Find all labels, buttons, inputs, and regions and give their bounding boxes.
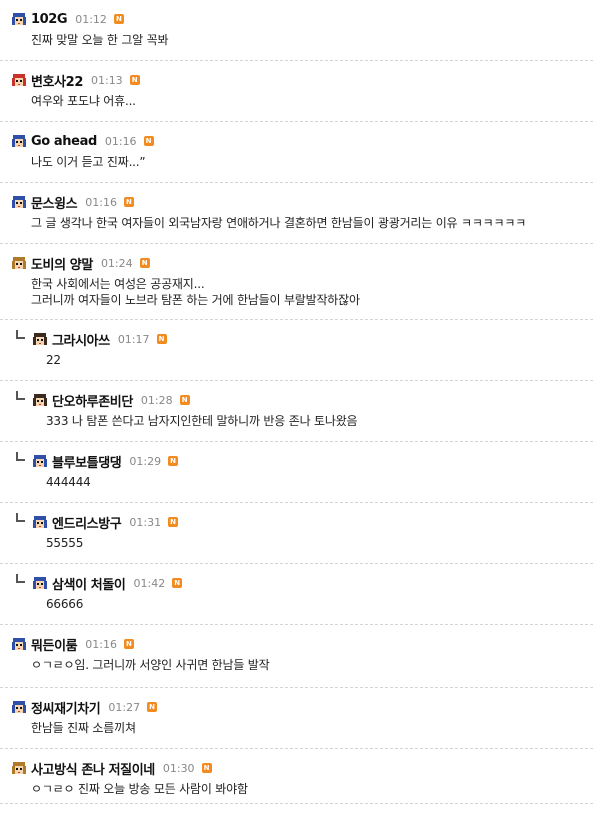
comment-meta: 엔드리스방구 01:31 N — [32, 513, 179, 532]
comment-item: 뭐든이룸 01:16 N ㅇㄱㄹㅇ임. 그러니까 서양인 사귀면 한남들 발작 — [0, 625, 593, 688]
comment-item: 문스윙스 01:16 N 그 글 생각나 한국 여자들이 외국남자랑 연애하거나 결혼… — [0, 183, 593, 244]
comment-time: 01:16 — [104, 134, 137, 148]
new-badge-icon: N — [168, 456, 179, 466]
author-nickname[interactable]: 사고방식 존나 저질이네 — [31, 759, 155, 778]
reply-arrow-icon — [16, 330, 25, 339]
author-nickname[interactable]: 102G — [31, 12, 68, 27]
comment-list: 102G 01:12 N 진짜 맞말 오늘 한 그알 꼭봐변호사22 01:13 N 여우와… — [0, 0, 593, 804]
comment-time: 01:24 — [100, 256, 133, 270]
comment-body: 한국 사회에서는 여성은 공공재지... 그러니까 여자들이 노브라 탐폰 하는… — [31, 277, 360, 307]
avatar-icon — [33, 577, 47, 589]
comment-body: ㅇㄱㄹㅇ임. 그러니까 서양인 사귀면 한남들 발작 — [31, 658, 270, 672]
comment-time: 01:27 — [108, 700, 141, 714]
comment-time: 01:28 — [140, 393, 173, 407]
new-badge-icon: N — [123, 639, 134, 649]
author-nickname[interactable]: 삼색이 처돌이 — [52, 574, 126, 593]
comment-time: 01:16 — [85, 637, 117, 651]
new-badge-icon: N — [147, 702, 158, 712]
new-badge-icon: N — [139, 258, 150, 268]
comment-meta: 사고방식 존나 저질이네 01:30 N — [11, 759, 212, 778]
comment-body: ㅇㄱㄹㅇ 진짜 오늘 방송 모든 사람이 봐야함 — [31, 782, 248, 796]
new-badge-icon: N — [168, 517, 179, 527]
reply-arrow-icon — [16, 574, 25, 583]
comment-item: 102G 01:12 N 진짜 맞말 오늘 한 그알 꼭봐 — [0, 0, 593, 61]
author-nickname[interactable]: 변호사22 — [31, 71, 83, 90]
author-nickname[interactable]: 엔드리스방구 — [52, 513, 122, 532]
comment-time: 01:13 — [90, 73, 123, 87]
comment-meta: 삼색이 처돌이 01:42 N — [32, 574, 183, 593]
new-badge-icon: N — [172, 578, 183, 588]
author-nickname[interactable]: 뭐든이룸 — [31, 635, 78, 654]
author-nickname[interactable]: 블루보틀댕댕 — [52, 452, 122, 471]
comment-time: 01:17 — [117, 332, 150, 346]
new-badge-icon: N — [143, 136, 154, 146]
avatar-icon — [12, 74, 26, 86]
comment-body: 66666 — [46, 597, 84, 611]
comment-item: 정씨재기차기 01:27 N 한남들 진짜 소름끼쳐 — [0, 688, 593, 749]
author-nickname[interactable]: 단오하루존비단 — [52, 391, 133, 410]
avatar-icon — [12, 13, 26, 25]
comment-meta: 정씨재기차기 01:27 N — [11, 698, 158, 717]
new-badge-icon: N — [179, 395, 190, 405]
avatar-icon — [12, 135, 26, 147]
comment-item: 도비의 양말 01:24 N 한국 사회에서는 여성은 공공재지... 그러니까 여자… — [0, 244, 593, 320]
comment-body: 55555 — [46, 536, 84, 550]
comment-time: 01:12 — [75, 12, 107, 26]
author-nickname[interactable]: 그라시아쓰 — [52, 330, 110, 349]
comment-meta: 블루보틀댕댕 01:29 N — [32, 452, 179, 471]
new-badge-icon: N — [201, 763, 212, 773]
avatar-icon — [12, 196, 26, 208]
avatar-icon — [12, 701, 26, 713]
comment-item: Go ahead 01:16 N 나도 이거 듣고 진짜...” — [0, 122, 593, 183]
comment-meta: Go ahead 01:16 N — [11, 132, 154, 150]
reply-arrow-icon — [16, 513, 25, 522]
comment-meta: 변호사22 01:13 N — [11, 71, 140, 90]
reply-comment: 엔드리스방구 01:31 N 55555 — [0, 503, 593, 564]
reply-comment: 단오하루존비단 01:28 N 333 나 탐폰 쓴다고 남자지인한테 말하니까 반응… — [0, 381, 593, 442]
comment-meta: 102G 01:12 N — [11, 10, 124, 28]
comment-time: 01:29 — [129, 454, 162, 468]
comment-body: 진짜 맞말 오늘 한 그알 꼭봐 — [31, 33, 169, 47]
avatar-icon — [33, 455, 47, 467]
comment-item: 변호사22 01:13 N 여우와 포도냐 어휴... — [0, 61, 593, 122]
comment-item: 사고방식 존나 저질이네 01:30 N ㅇㄱㄹㅇ 진짜 오늘 방송 모든 사람이 봐… — [0, 749, 593, 804]
avatar-icon — [12, 638, 26, 650]
comment-time: 01:42 — [133, 576, 166, 590]
new-badge-icon: N — [156, 334, 167, 344]
reply-comment: 그라시아쓰 01:17 N 22 — [0, 320, 593, 381]
reply-arrow-icon — [16, 391, 25, 400]
comment-body: 444444 — [46, 475, 91, 489]
avatar-icon — [33, 333, 47, 345]
avatar-icon — [33, 516, 47, 528]
reply-arrow-icon — [16, 452, 25, 461]
avatar-icon — [12, 762, 26, 774]
comment-meta: 도비의 양말 01:24 N — [11, 254, 150, 273]
comment-meta: 뭐든이룸 01:16 N — [11, 635, 134, 654]
author-nickname[interactable]: Go ahead — [31, 134, 97, 149]
author-nickname[interactable]: 정씨재기차기 — [31, 698, 101, 717]
comment-body: 여우와 포도냐 어휴... — [31, 94, 136, 108]
comment-time: 01:31 — [129, 515, 162, 529]
comment-meta: 문스윙스 01:16 N — [11, 193, 134, 212]
comment-meta: 단오하루존비단 01:28 N — [32, 391, 190, 410]
reply-comment: 블루보틀댕댕 01:29 N 444444 — [0, 442, 593, 503]
author-nickname[interactable]: 문스윙스 — [31, 193, 78, 212]
comment-body: 그 글 생각나 한국 여자들이 외국남자랑 연애하거나 결혼하면 한남들이 광광… — [31, 216, 527, 230]
avatar-icon — [12, 257, 26, 269]
comment-body: 한남들 진짜 소름끼쳐 — [31, 721, 136, 735]
new-badge-icon: N — [123, 197, 134, 207]
comment-time: 01:16 — [85, 195, 117, 209]
new-badge-icon: N — [113, 14, 124, 24]
author-nickname[interactable]: 도비의 양말 — [31, 254, 93, 273]
avatar-icon — [33, 394, 47, 406]
comment-meta: 그라시아쓰 01:17 N — [32, 330, 167, 349]
comment-body: 22 — [46, 353, 61, 367]
new-badge-icon: N — [129, 75, 140, 85]
comment-body: 333 나 탐폰 쓴다고 남자지인한테 말하니까 반응 존나 토나왔음 — [46, 414, 358, 428]
comment-time: 01:30 — [162, 761, 195, 775]
reply-comment: 삼색이 처돌이 01:42 N 66666 — [0, 564, 593, 625]
comment-body: 나도 이거 듣고 진짜...” — [31, 155, 146, 169]
